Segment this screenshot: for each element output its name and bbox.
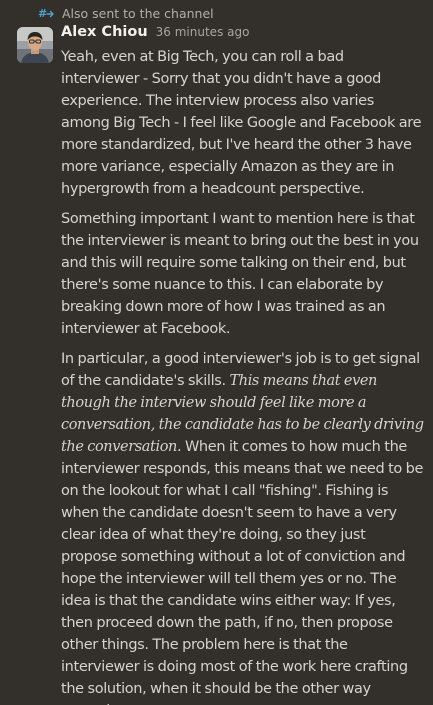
message-header: Alex Chiou 36 minutes ago	[61, 24, 425, 46]
user-avatar[interactable]	[17, 27, 53, 63]
svg-text:#: #	[38, 7, 47, 20]
avatar-image	[17, 27, 53, 63]
message: Alex Chiou 36 minutes ago Yeah, even at …	[61, 24, 425, 705]
message-paragraph-2: Something important I want to mention he…	[61, 211, 419, 337]
thread-reply-icon: #	[38, 5, 56, 21]
author-name[interactable]: Alex Chiou	[61, 24, 148, 40]
message-timestamp[interactable]: 36 minutes ago	[156, 25, 250, 39]
message-paragraph-1: Yeah, even at Big Tech, you can roll a b…	[61, 49, 422, 197]
message-paragraph-3: In particular, a good interviewer's job …	[61, 348, 425, 705]
also-sent-label: Also sent to the channel	[62, 5, 214, 21]
paragraph-3-rest: When it comes to how much the interviewe…	[61, 439, 424, 705]
also-sent-to-channel-note[interactable]: # Also sent to the channel	[38, 4, 214, 22]
